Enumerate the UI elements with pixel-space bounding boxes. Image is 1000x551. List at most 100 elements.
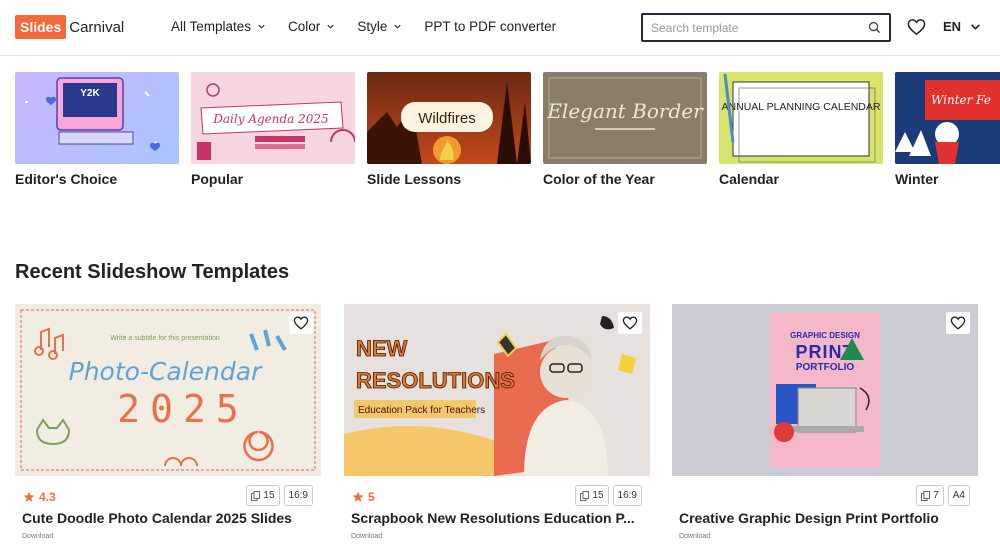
card-subtext: Download [351, 533, 383, 540]
heart-icon [950, 316, 966, 330]
badges: 15 16:9 [575, 485, 642, 506]
copy-icon [580, 490, 590, 501]
card-subtext: Download [22, 533, 54, 540]
favorite-button[interactable] [289, 312, 313, 334]
category-label: Slide Lessons [367, 171, 462, 187]
ratio-badge: A4 [947, 485, 970, 506]
copy-icon [921, 490, 931, 501]
rating-value: 5 [368, 490, 375, 504]
star-icon [352, 491, 364, 502]
category-label: Color of the Year [543, 171, 655, 187]
card-meta: 5 15 16:9 [344, 476, 650, 510]
ratio-value: A4 [952, 490, 965, 501]
category-thumbnail[interactable]: Y2K [15, 72, 179, 164]
badges: 15 16:9 [246, 485, 313, 506]
ratio-badge: 16:9 [612, 485, 642, 506]
chevron-down-icon [258, 24, 265, 29]
nav-label: PPT to PDF converter [424, 19, 557, 34]
thumb-text: Y2K [80, 88, 100, 99]
nav-style[interactable]: Style [357, 19, 402, 34]
logo-box: Slides [15, 15, 67, 39]
card-thumbnail[interactable]: Write a subtitle for this presentation P… [15, 304, 321, 476]
search-box[interactable] [641, 13, 891, 42]
category-label: Popular [191, 171, 244, 187]
nav-label: Style [357, 19, 388, 34]
search-icon[interactable] [868, 21, 881, 34]
card-title[interactable]: Creative Graphic Design Print Portfolio [679, 510, 971, 526]
main-nav: All Templates Color Style PPT to PDF con… [171, 19, 578, 34]
favorite-button[interactable] [946, 312, 970, 334]
thumb-line1: GRAPHIC DESIGN [790, 331, 860, 340]
rating: 5 [352, 490, 375, 504]
thumb-line2: RESOLUTIONS [356, 368, 515, 393]
nav-ppt-to-pdf[interactable]: PPT to PDF converter [424, 19, 556, 34]
nav-label: All Templates [171, 19, 252, 34]
agenda-illustration: Daily Agenda 2025 [197, 83, 355, 160]
category-calendar[interactable]: ANNUAL PLANNING CALENDAR Calendar [719, 72, 883, 187]
thumb-text: Wildfires [418, 110, 476, 127]
chevron-down-icon [971, 24, 980, 30]
chevron-down-icon [394, 24, 401, 29]
section-title: Recent Slideshow Templates [15, 261, 290, 283]
slides-count-badge: 15 [575, 485, 609, 506]
card-title[interactable]: Cute Doodle Photo Calendar 2025 Slides [22, 510, 314, 526]
template-card[interactable]: NEW RESOLUTIONS Education Pack for Teach… [344, 304, 650, 540]
favorites-heart-icon[interactable] [907, 18, 926, 36]
nav-all-templates[interactable]: All Templates [171, 19, 266, 34]
category-label: Editor's Choice [15, 171, 118, 187]
card-meta: 4.3 15 16:9 [15, 476, 321, 510]
badges: 7 A4 [916, 485, 970, 506]
thumb-small: Education Pack for Teachers [358, 405, 485, 416]
slides-count: 7 [933, 490, 939, 501]
copy-icon [251, 490, 261, 501]
thumb-small: PORTFOLIO [796, 362, 855, 373]
thumb-text: Winter Fe [931, 93, 991, 107]
card-meta: 7 A4 [672, 476, 978, 510]
winter-illustration: Winter Fe [895, 72, 1000, 164]
card-thumbnail[interactable]: NEW RESOLUTIONS Education Pack for Teach… [344, 304, 650, 476]
search-input[interactable] [651, 20, 868, 35]
category-thumbnail[interactable]: ANNUAL PLANNING CALENDAR [719, 72, 883, 164]
card-thumbnail[interactable]: GRAPHIC DESIGN PRINT PORTFOLIO [672, 304, 978, 476]
thumb-line1: NEW [356, 336, 408, 361]
category-thumbnail[interactable]: Daily Agenda 2025 [191, 72, 355, 164]
slides-count: 15 [592, 490, 604, 501]
favorite-button[interactable] [618, 312, 642, 334]
ratio-value: 16:9 [617, 490, 637, 501]
category-thumbnail[interactable]: Winter Fe [895, 72, 1000, 164]
category-strip: Y2K Editor's Choice Daily Agenda 2025 Po… [15, 72, 1000, 192]
language-label: EN [943, 19, 962, 34]
slides-count: 15 [263, 490, 275, 501]
category-popular[interactable]: Daily Agenda 2025 Popular [191, 72, 355, 187]
scrapbook-illustration: NEW RESOLUTIONS Education Pack for Teach… [344, 316, 636, 476]
category-thumbnail[interactable]: Elegant Border [543, 72, 707, 164]
category-label: Calendar [719, 171, 779, 187]
calendar-illustration: ANNUAL PLANNING CALENDAR [722, 73, 881, 163]
ratio-value: 16:9 [288, 490, 308, 501]
language-selector[interactable]: EN [943, 19, 981, 34]
print-portfolio-illustration: GRAPHIC DESIGN PRINT PORTFOLIO [770, 312, 880, 468]
elegant-border-illustration: Elegant Border [546, 77, 704, 159]
card-subtext: Download [679, 533, 711, 540]
photo-calendar-illustration: Write a subtitle for this presentation P… [20, 309, 316, 471]
thumb-text: Elegant Border [546, 99, 704, 123]
logo[interactable]: Slides Carnival [15, 15, 124, 39]
heart-icon [293, 316, 309, 330]
category-thumbnail[interactable]: Wildfires [367, 72, 531, 164]
chevron-down-icon [327, 24, 334, 29]
heart-icon [622, 316, 638, 330]
category-color-of-the-year[interactable]: Elegant Border Color of the Year [543, 72, 707, 187]
category-slide-lessons[interactable]: Wildfires Slide Lessons [367, 72, 531, 187]
thumb-line2: 2025 [117, 387, 249, 431]
logo-text: Carnival [69, 18, 125, 36]
category-editors-choice[interactable]: Y2K Editor's Choice [15, 72, 179, 187]
wildfire-illustration: Wildfires [367, 82, 531, 164]
card-title[interactable]: Scrapbook New Resolutions Education P... [351, 510, 643, 526]
rating: 4.3 [23, 490, 56, 504]
category-winter[interactable]: Winter Fe Winter [895, 72, 1000, 187]
category-label: Winter [895, 171, 939, 187]
nav-label: Color [288, 19, 321, 34]
nav-color[interactable]: Color [288, 19, 335, 34]
template-card[interactable]: GRAPHIC DESIGN PRINT PORTFOLIO 7 A4 Crea… [672, 304, 978, 540]
template-card[interactable]: Write a subtitle for this presentation P… [15, 304, 321, 540]
